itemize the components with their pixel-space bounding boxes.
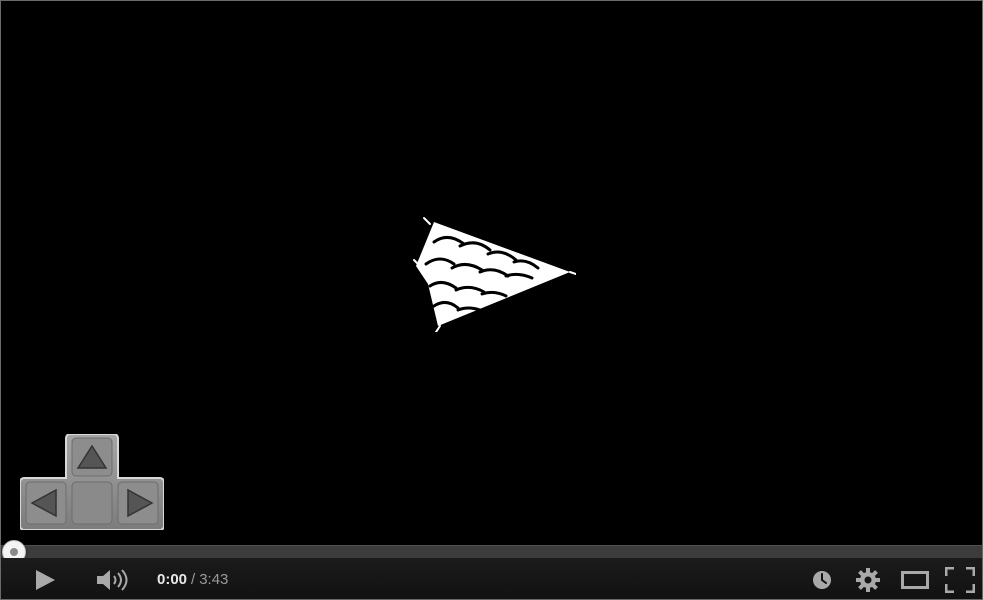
- control-bar: 0:00 / 3:43: [1, 558, 982, 599]
- play-button[interactable]: [27, 558, 63, 599]
- current-time: 0:00: [157, 571, 188, 588]
- dpad-right-icon[interactable]: [117, 481, 159, 525]
- theater-mode-button[interactable]: [897, 558, 933, 599]
- fullscreen-icon: [945, 566, 975, 593]
- clock-icon: [812, 570, 832, 590]
- theater-mode-icon: [901, 570, 929, 589]
- fullscreen-button[interactable]: [941, 558, 979, 599]
- volume-button[interactable]: [91, 558, 133, 599]
- dpad-down-icon[interactable]: [71, 481, 113, 525]
- video-player[interactable]: 0:00 / 3:43: [0, 0, 983, 600]
- dpad-up-icon[interactable]: [71, 437, 113, 477]
- watch-later-button[interactable]: [807, 558, 837, 599]
- gear-icon: [856, 567, 880, 592]
- arrow-keys-dpad[interactable]: [19, 433, 165, 531]
- settings-button[interactable]: [851, 558, 885, 599]
- duration: 3:43: [199, 571, 229, 588]
- play-icon: [34, 569, 56, 591]
- video-area[interactable]: [2, 2, 981, 543]
- progress-bar[interactable]: [1, 540, 982, 564]
- time-display: 0:00 / 3:43: [157, 558, 229, 599]
- dpad-left-icon[interactable]: [25, 481, 67, 525]
- time-separator: /: [191, 571, 196, 588]
- volume-icon: [96, 568, 128, 591]
- big-play-icon[interactable]: [410, 214, 577, 333]
